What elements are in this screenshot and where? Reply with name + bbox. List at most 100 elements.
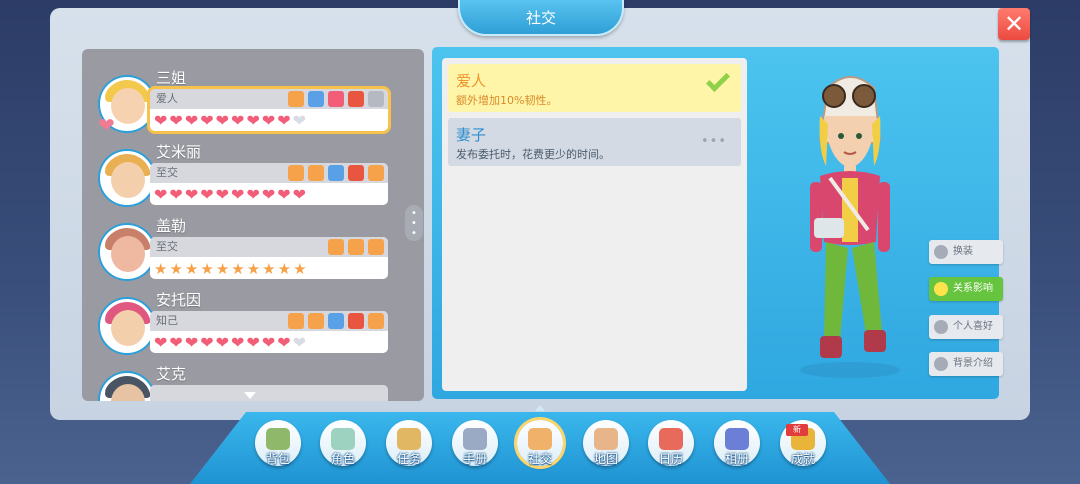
friend-card[interactable]: 爱人 ❤ ❤ ❤ ❤ ❤ ❤ ❤ ❤ ❤ ❤ bbox=[150, 89, 388, 131]
social-screen: 社交 ✕ 三姐 爱人 ❤ ❤ ❤ ❤ ❤ ❤ ❤ ❤ ❤ ❤ ❤ 艾米丽 至交 ❤ ❤ ❤ ❤ bbox=[0, 0, 1080, 484]
heart-icon: ❤ bbox=[215, 185, 230, 204]
side-button-relationship[interactable]: 关系影响 bbox=[929, 277, 1003, 301]
character-icon bbox=[331, 428, 355, 450]
relation-label: 至交 bbox=[156, 166, 178, 179]
heart-icon: ❤ bbox=[154, 185, 168, 204]
friend-row[interactable]: 安托因 知己 ❤ ❤ ❤ ❤ ❤ ❤ ❤ ❤ ❤ ❤ bbox=[100, 289, 388, 355]
relation-label: 至交 bbox=[156, 240, 178, 253]
heart-icon: ❤ bbox=[261, 185, 276, 204]
heart-icon: ❤ bbox=[246, 111, 260, 130]
lover-badge-icon: ❤ bbox=[98, 113, 115, 137]
heart-icon: ❤ bbox=[261, 111, 276, 130]
effect-title: 妻子 bbox=[456, 126, 487, 144]
side-button-outfit[interactable]: 换装 bbox=[929, 240, 1003, 264]
gift-preference-icon bbox=[328, 313, 344, 329]
friend-card[interactable] bbox=[150, 385, 388, 401]
gift-preference-icon bbox=[308, 313, 324, 329]
effect-desc: 额外增加10%韧性。 bbox=[456, 94, 558, 107]
gift-preference-icon bbox=[328, 91, 344, 107]
gift-preference-icon bbox=[348, 165, 364, 181]
heart-icon: ❤ bbox=[215, 111, 230, 130]
friend-name: 安托因 bbox=[156, 291, 202, 309]
friend-card[interactable]: 知己 ❤ ❤ ❤ ❤ ❤ ❤ ❤ ❤ ❤ ❤ bbox=[150, 311, 388, 353]
friend-row[interactable]: 盖勒 至交 ★ ★ ★ ★ ★ ★ ★ ★ ★ ★ bbox=[100, 215, 388, 281]
backpack-icon bbox=[266, 428, 290, 450]
heart-icon: ❤ bbox=[277, 111, 291, 130]
friend-avatar bbox=[100, 299, 154, 353]
gift-preference-icon bbox=[288, 91, 304, 107]
handshake-icon bbox=[528, 428, 552, 450]
side-button-label: 个人喜好 bbox=[953, 321, 993, 332]
heart-icon: ❤ bbox=[277, 333, 291, 352]
friend-card[interactable]: 至交 ❤ ❤ ❤ ❤ ❤ ❤ ❤ ❤ ❤ ❤ bbox=[150, 163, 388, 205]
hammer-icon bbox=[463, 428, 487, 450]
gift-preference-icon bbox=[368, 313, 384, 329]
close-button[interactable]: ✕ bbox=[998, 8, 1030, 40]
heart-icon: ❤ bbox=[154, 333, 168, 352]
side-button-label: 换装 bbox=[953, 246, 973, 257]
task-icon bbox=[397, 428, 421, 450]
panel-drag-handle[interactable]: • • • bbox=[405, 205, 423, 241]
star-icon: ★ bbox=[262, 260, 276, 278]
gift-preference-icon bbox=[308, 91, 324, 107]
heart-icon: ❤ bbox=[292, 333, 307, 352]
nav-current-indicator bbox=[535, 405, 545, 411]
heart-icon: ❤ bbox=[246, 333, 260, 352]
friend-avatar bbox=[100, 225, 154, 279]
heart-icon: ❤ bbox=[277, 185, 291, 204]
heart-icon: ❤ bbox=[215, 333, 230, 352]
star-icon: ★ bbox=[215, 260, 230, 278]
friend-name: 盖勒 bbox=[156, 217, 187, 235]
friend-card[interactable]: 至交 ★ ★ ★ ★ ★ ★ ★ ★ ★ ★ bbox=[150, 237, 388, 279]
friend-row[interactable]: 艾克 bbox=[100, 363, 388, 401]
relationship-icon bbox=[934, 282, 948, 296]
friends-panel[interactable]: 三姐 爱人 ❤ ❤ ❤ ❤ ❤ ❤ ❤ ❤ ❤ ❤ ❤ 艾米丽 至交 ❤ ❤ ❤ ❤ ❤ ❤ ❤ ❤ ❤ ❤ 盖勒 bbox=[82, 49, 424, 401]
side-button-heart[interactable]: 个人喜好 bbox=[929, 315, 1003, 339]
friend-name: 三姐 bbox=[156, 69, 187, 87]
gift-preference-icon bbox=[368, 239, 384, 255]
heart-icon: ❤ bbox=[200, 333, 214, 352]
heart-icon: ❤ bbox=[246, 185, 260, 204]
scroll-down-icon[interactable] bbox=[244, 392, 256, 399]
nav-label: 任务 bbox=[396, 452, 421, 466]
heart-icon: ❤ bbox=[200, 185, 214, 204]
heart-icon: ❤ bbox=[231, 111, 245, 130]
check-icon bbox=[705, 67, 731, 93]
heart-icon: ❤ bbox=[169, 111, 183, 130]
friend-avatar bbox=[100, 373, 154, 401]
effect-item-wife[interactable]: 妻子 发布委托时，花费更少的时间。 ••• bbox=[448, 118, 741, 166]
star-icon: ★ bbox=[231, 260, 245, 278]
heart-icon: ❤ bbox=[184, 333, 199, 352]
friend-name: 艾米丽 bbox=[156, 143, 202, 161]
heart-icon: ❤ bbox=[231, 333, 245, 352]
nav-label: 手册 bbox=[462, 452, 487, 466]
character-model bbox=[800, 76, 900, 378]
outfit-icon bbox=[934, 245, 948, 259]
window-title: 社交 bbox=[458, 0, 624, 36]
more-icon: ••• bbox=[700, 134, 727, 149]
relation-label: 爱人 bbox=[156, 92, 178, 105]
gift-preference-icon bbox=[348, 313, 364, 329]
friend-avatar bbox=[100, 151, 154, 205]
star-icon: ★ bbox=[169, 260, 183, 278]
friend-row[interactable]: 三姐 爱人 ❤ ❤ ❤ ❤ ❤ ❤ ❤ ❤ ❤ ❤ ❤ bbox=[98, 67, 388, 137]
gift-preference-icon bbox=[328, 165, 344, 181]
side-button-person[interactable]: 背景介绍 bbox=[929, 352, 1003, 376]
heart-icon: ❤ bbox=[154, 111, 168, 130]
nav-label: 社交 bbox=[527, 452, 552, 466]
affection-meter: ❤ ❤ ❤ ❤ ❤ ❤ ❤ ❤ ❤ ❤ bbox=[154, 185, 306, 205]
side-button-label: 背景介绍 bbox=[953, 358, 993, 369]
heart-icon: ❤ bbox=[169, 185, 183, 204]
star-icon: ★ bbox=[246, 260, 261, 278]
affection-meter: ★ ★ ★ ★ ★ ★ ★ ★ ★ ★ bbox=[154, 259, 307, 279]
gift-preference-icon bbox=[348, 91, 364, 107]
person-icon bbox=[934, 357, 948, 371]
heart-icon: ❤ bbox=[169, 333, 183, 352]
friend-row[interactable]: 艾米丽 至交 ❤ ❤ ❤ ❤ ❤ ❤ ❤ ❤ ❤ ❤ bbox=[100, 141, 388, 207]
effect-item-lover[interactable]: 爱人 额外增加10%韧性。 bbox=[448, 64, 741, 112]
gift-preference-icon bbox=[328, 239, 344, 255]
gift-preference-icon bbox=[308, 165, 324, 181]
nav-label: 背包 bbox=[265, 452, 290, 466]
calendar-icon bbox=[659, 428, 683, 450]
map-icon bbox=[594, 428, 618, 450]
